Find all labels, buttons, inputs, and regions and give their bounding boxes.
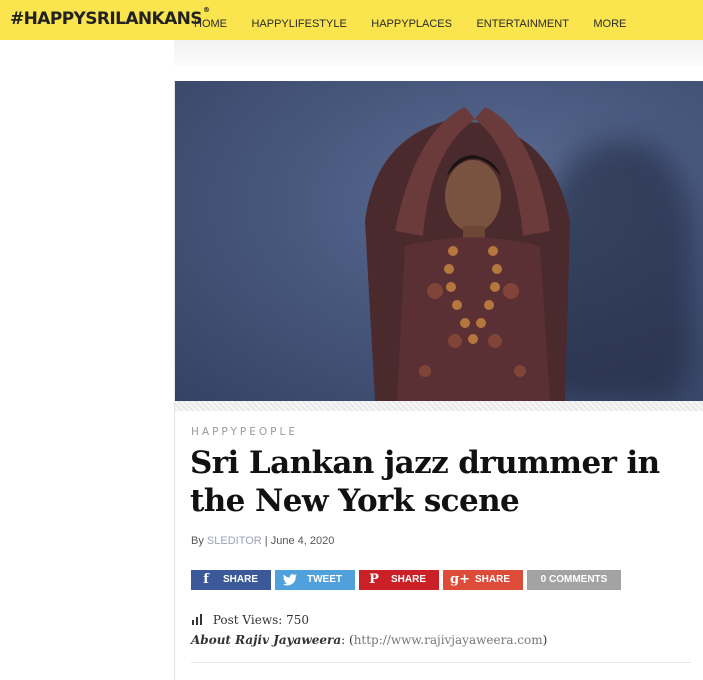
facebook-share-label: SHARE <box>223 574 259 585</box>
about-url-close: ) <box>542 633 548 647</box>
twitter-tweet-label: TWEET <box>307 574 342 585</box>
publish-date: June 4, 2020 <box>270 535 335 547</box>
googleplus-icon: g+ <box>450 572 470 587</box>
post-views-label: Post Views: <box>212 613 283 627</box>
bar-chart-icon <box>192 614 203 625</box>
nav-item-more[interactable]: MORE <box>593 18 626 30</box>
article-card: HAPPYPEOPLE Sri Lankan jazz drummer in t… <box>174 80 703 680</box>
twitter-tweet-button[interactable]: TWEET <box>275 570 355 590</box>
article-title: Sri Lankan jazz drummer in the New York … <box>190 445 660 519</box>
header-shadow <box>174 40 703 66</box>
comments-button[interactable]: 0 COMMENTS <box>527 570 621 590</box>
googleplus-share-label: SHARE <box>475 574 511 585</box>
pinterest-share-button[interactable]: P SHARE <box>359 570 439 590</box>
nav-item-entertainment[interactable]: ENTERTAINMENT <box>476 18 569 30</box>
about-line: About Rajiv Jayaweera: (http://www.rajiv… <box>191 633 547 647</box>
main-nav: HOME HAPPYLIFESTYLE HAPPYPLACES ENTERTAI… <box>194 14 626 32</box>
pinterest-icon: P <box>369 572 379 587</box>
facebook-icon: f <box>203 572 209 587</box>
top-navigation-bar: #HAPPYSRILANKANS® HOME HAPPYLIFESTYLE HA… <box>0 0 703 40</box>
about-url-link[interactable]: http://www.rajivjayaweera.com <box>354 633 543 647</box>
nav-item-home[interactable]: HOME <box>194 18 227 30</box>
about-name: About Rajiv Jayaweera <box>191 633 342 647</box>
byline: By SLEDITOR | June 4, 2020 <box>191 535 334 547</box>
byline-prefix: By <box>191 535 204 547</box>
article-category[interactable]: HAPPYPEOPLE <box>191 426 298 438</box>
author-link[interactable]: SLEDITOR <box>207 535 262 547</box>
pinterest-share-label: SHARE <box>391 574 427 585</box>
content-divider <box>191 662 691 663</box>
nav-item-happylifestyle[interactable]: HAPPYLIFESTYLE <box>251 18 346 30</box>
drummer-photo-illustration <box>365 107 570 401</box>
nav-item-happyplaces[interactable]: HAPPYPLACES <box>371 18 452 30</box>
image-divider <box>175 401 703 411</box>
site-logo[interactable]: #HAPPYSRILANKANS® <box>10 6 210 29</box>
byline-separator: | <box>264 535 268 547</box>
facebook-share-button[interactable]: f SHARE <box>191 570 271 590</box>
about-colon: : <box>341 633 346 647</box>
twitter-bird-icon <box>282 571 298 589</box>
post-views: Post Views: 750 <box>192 613 309 627</box>
googleplus-share-button[interactable]: g+ SHARE <box>443 570 523 590</box>
featured-image[interactable] <box>175 81 703 401</box>
comments-label: 0 COMMENTS <box>540 574 608 585</box>
post-views-count: 750 <box>286 613 310 627</box>
